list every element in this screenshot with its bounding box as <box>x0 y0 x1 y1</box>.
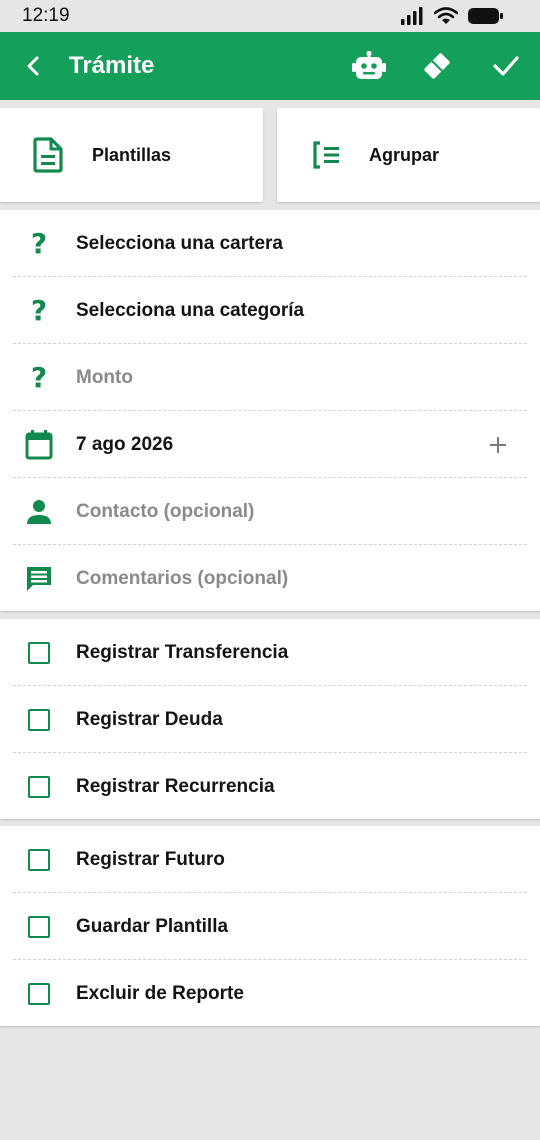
option-label: Registrar Transferencia <box>76 642 289 663</box>
wifi-icon <box>434 7 458 24</box>
options-card-1: Registrar Transferencia Registrar Deuda … <box>0 619 540 819</box>
back-arrow-icon <box>27 56 39 76</box>
option-save-template[interactable]: Guardar Plantilla <box>0 893 540 960</box>
person-icon <box>22 478 56 545</box>
option-label: Guardar Plantilla <box>76 916 229 937</box>
document-icon <box>30 137 66 173</box>
checkbox-icon[interactable] <box>22 960 56 1027</box>
status-time: 12:19 <box>22 5 70 26</box>
back-button[interactable] <box>6 32 62 100</box>
option-exclude-report[interactable]: Excluir de Reporte <box>0 960 540 1027</box>
wallet-label: Selecciona una cartera <box>76 233 283 254</box>
status-icons <box>400 6 504 26</box>
option-label: Excluir de Reporte <box>76 983 244 1004</box>
auto-fill-button[interactable] <box>341 32 397 100</box>
checkbox-icon[interactable] <box>22 826 56 893</box>
option-debt[interactable]: Registrar Deuda <box>0 686 540 753</box>
amount-field[interactable]: ? Monto <box>0 344 540 411</box>
save-button[interactable] <box>478 32 534 100</box>
contact-field[interactable]: Contacto (opcional) <box>0 478 540 545</box>
option-transfer[interactable]: Registrar Transferencia <box>0 619 540 686</box>
checkbox-icon[interactable] <box>22 619 56 686</box>
category-field[interactable]: ? Selecciona una categoría <box>0 277 540 344</box>
checkbox-icon[interactable] <box>22 686 56 753</box>
wallet-field[interactable]: ? Selecciona una cartera <box>0 210 540 277</box>
option-label: Registrar Recurrencia <box>76 776 275 797</box>
category-label: Selecciona una categoría <box>76 300 305 321</box>
question-icon: ? <box>30 361 48 394</box>
date-value: 7 ago 2026 <box>76 434 174 455</box>
templates-button[interactable]: Plantillas <box>0 108 263 202</box>
option-future[interactable]: Registrar Futuro <box>0 826 540 893</box>
question-icon: ? <box>30 294 48 327</box>
checkbox-icon[interactable] <box>22 753 56 820</box>
battery-icon <box>468 8 503 24</box>
status-bar: 12:19 <box>0 0 540 32</box>
app-bar: Trámite <box>0 32 540 100</box>
question-icon: ? <box>30 227 48 260</box>
options-card-2: Registrar Futuro Guardar Plantilla Exclu… <box>0 826 540 1026</box>
check-icon <box>493 56 519 76</box>
robot-icon <box>352 51 386 79</box>
transaction-fields-card: ? Selecciona una cartera ? Selecciona un… <box>0 210 540 611</box>
calendar-icon <box>22 411 56 478</box>
option-label: Registrar Deuda <box>76 709 223 730</box>
signal-icon <box>401 7 423 25</box>
contact-placeholder: Contacto (opcional) <box>76 501 255 522</box>
checkbox-icon[interactable] <box>22 893 56 960</box>
amount-placeholder: Monto <box>76 367 133 388</box>
page-title: Trámite <box>69 52 155 79</box>
option-recurrence[interactable]: Registrar Recurrencia <box>0 753 540 820</box>
option-label: Registrar Futuro <box>76 849 225 870</box>
add-time-button[interactable] <box>484 411 512 478</box>
group-label: Agrupar <box>369 145 440 165</box>
comments-placeholder: Comentarios (opcional) <box>76 568 289 589</box>
eraser-icon <box>424 53 450 79</box>
group-list-icon <box>309 137 345 173</box>
clear-button[interactable] <box>409 32 465 100</box>
comment-icon <box>22 545 56 612</box>
group-button[interactable]: Agrupar <box>277 108 540 202</box>
date-field[interactable]: 7 ago 2026 <box>0 411 540 478</box>
templates-label: Plantillas <box>92 145 172 165</box>
plus-icon <box>490 436 506 453</box>
comments-field[interactable]: Comentarios (opcional) <box>0 545 540 612</box>
